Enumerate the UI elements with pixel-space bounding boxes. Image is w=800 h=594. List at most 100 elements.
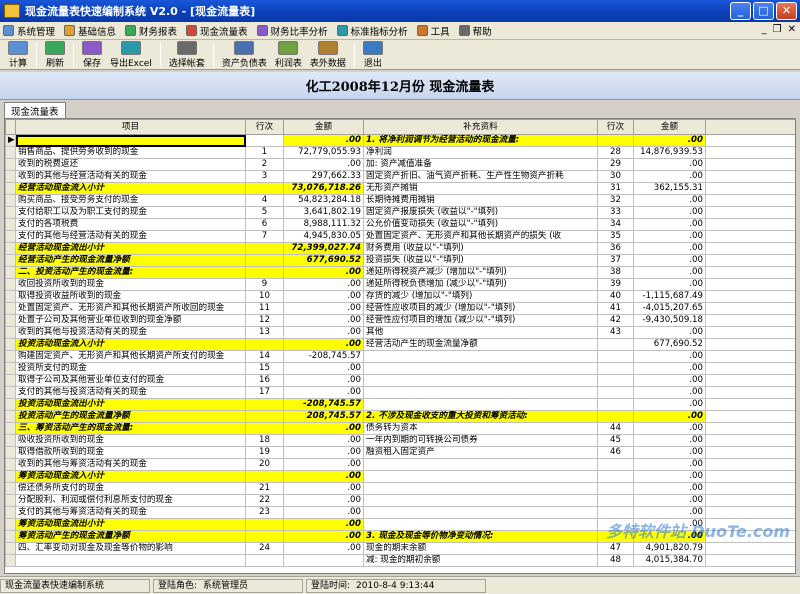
cell-supp-item[interactable] xyxy=(363,482,598,495)
cell-supp-line[interactable]: 34 xyxy=(597,218,634,231)
cell-supp-line[interactable]: 31 xyxy=(597,182,634,195)
cell-supp-item[interactable]: 无形资产摊销 xyxy=(363,182,598,195)
cell-item[interactable]: 收回投资所收到的现金 xyxy=(15,278,246,291)
col-header-supp-item[interactable]: 补充资料 xyxy=(363,119,598,135)
cell-line[interactable]: 14 xyxy=(245,350,284,363)
cell-item[interactable]: 收到的其他与经营活动有关的现金 xyxy=(15,170,246,183)
cell-item[interactable]: 投资活动现金流出小计 xyxy=(15,398,246,411)
cell-supp-line[interactable]: 46 xyxy=(597,446,634,459)
minimize-button[interactable]: _ xyxy=(730,2,751,20)
cell-amount[interactable]: .00 xyxy=(283,362,364,375)
cell-line[interactable] xyxy=(245,182,284,195)
cell-supp-item[interactable] xyxy=(363,398,598,411)
cell-item[interactable]: 经营活动现金流出小计 xyxy=(15,242,246,255)
cell-item[interactable]: 四、汇率变动对现金及现金等价物的影响 xyxy=(15,542,246,555)
cell-supp-line[interactable]: 38 xyxy=(597,266,634,279)
cell-item[interactable]: 收到的税费返还 xyxy=(15,158,246,171)
cell-supp-item[interactable]: 一年内到期的可转换公司债券 xyxy=(363,434,598,447)
cell-item[interactable]: 筹资活动现金流入小计 xyxy=(15,470,246,483)
cell-line[interactable]: 4 xyxy=(245,194,284,207)
cell-amount[interactable]: 73,076,718.26 xyxy=(283,182,364,195)
cell-amount[interactable]: 8,988,111.32 xyxy=(283,218,364,231)
cell-amount[interactable]: -208,745.57 xyxy=(283,350,364,363)
cell-supp-amount[interactable]: .00 xyxy=(633,506,706,519)
cell-amount[interactable]: -208,745.57 xyxy=(283,398,364,411)
menu-item-3[interactable]: 现金流量表 xyxy=(183,22,254,40)
cell-item[interactable]: 收到的其他与投资活动有关的现金 xyxy=(15,326,246,339)
cell-line[interactable] xyxy=(245,398,284,411)
cell-supp-amount[interactable]: 14,876,939.53 xyxy=(633,146,706,159)
toolbar-button-9[interactable]: 资产负债表 xyxy=(218,41,271,69)
cell-supp-item[interactable]: 融资租入固定资产 xyxy=(363,446,598,459)
cell-supp-line[interactable]: 40 xyxy=(597,290,634,303)
menu-item-2[interactable]: 财务报表 xyxy=(122,22,183,40)
cell-line[interactable] xyxy=(245,530,284,543)
cell-amount[interactable]: .00 xyxy=(283,134,364,147)
cell-supp-amount[interactable]: .00 xyxy=(633,194,706,207)
cell-supp-item[interactable] xyxy=(363,506,598,519)
cell-amount[interactable]: 677,690.52 xyxy=(283,254,364,267)
cell-supp-line[interactable] xyxy=(597,374,634,387)
cell-amount[interactable]: 297,662.33 xyxy=(283,170,364,183)
cell-item[interactable]: 筹资活动现金流出小计 xyxy=(15,518,246,531)
cell-amount[interactable]: 72,399,027.74 xyxy=(283,242,364,255)
cell-supp-item[interactable]: 处置固定资产、无形资产和其他长期资产的损失 (收 xyxy=(363,230,598,243)
cell-supp-amount[interactable]: -9,430,509.18 xyxy=(633,314,706,327)
cell-supp-line[interactable]: 37 xyxy=(597,254,634,267)
cell-line[interactable]: 12 xyxy=(245,314,284,327)
cell-item[interactable]: 支付给职工以及为职工支付的现金 xyxy=(15,206,246,219)
toolbar-button-5[interactable]: 导出Excel xyxy=(106,41,156,69)
cell-line[interactable] xyxy=(245,422,284,435)
cell-line[interactable] xyxy=(245,470,284,483)
cell-supp-amount[interactable]: 362,155.31 xyxy=(633,182,706,195)
cell-amount[interactable]: .00 xyxy=(283,530,364,543)
cell-line[interactable]: 17 xyxy=(245,386,284,399)
cell-supp-amount[interactable]: .00 xyxy=(633,242,706,255)
menu-item-6[interactable]: 工具 xyxy=(414,22,456,40)
cell-supp-amount[interactable]: 4,901,820.79 xyxy=(633,542,706,555)
cell-supp-amount[interactable]: .00 xyxy=(633,434,706,447)
cell-supp-line[interactable]: 42 xyxy=(597,314,634,327)
close-button[interactable]: ✕ xyxy=(776,2,797,20)
menu-item-1[interactable]: 基础信息 xyxy=(61,22,122,40)
cell-amount[interactable]: .00 xyxy=(283,446,364,459)
cell-item[interactable]: 处置固定资产、无形资产和其他长期资产所收回的现金 xyxy=(15,302,246,315)
cell-supp-amount[interactable]: .00 xyxy=(633,170,706,183)
cell-supp-amount[interactable]: .00 xyxy=(633,362,706,375)
cell-supp-amount[interactable]: .00 xyxy=(633,482,706,495)
cell-item[interactable]: 经营活动产生的现金流量净额 xyxy=(15,254,246,267)
cell-supp-amount[interactable]: .00 xyxy=(633,470,706,483)
cell-supp-line[interactable]: 35 xyxy=(597,230,634,243)
cell-line[interactable]: 16 xyxy=(245,374,284,387)
cell-amount[interactable]: .00 xyxy=(283,266,364,279)
cell-line[interactable]: 10 xyxy=(245,290,284,303)
menu-item-5[interactable]: 标准指标分析 xyxy=(334,22,414,40)
cell-line[interactable]: 1 xyxy=(245,146,284,159)
col-header-supp-amount[interactable]: 金额 xyxy=(633,119,706,135)
cell-supp-line[interactable] xyxy=(597,398,634,411)
menu-item-7[interactable]: 帮助 xyxy=(456,22,498,40)
cell-supp-amount[interactable]: .00 xyxy=(633,230,706,243)
cell-amount[interactable]: .00 xyxy=(283,338,364,351)
cell-amount[interactable]: 72,779,055.93 xyxy=(283,146,364,159)
cell-item[interactable]: 投资活动产生的现金流量净额 xyxy=(15,410,246,423)
cell-supp-item[interactable]: 加: 资产减值准备 xyxy=(363,158,598,171)
cell-supp-amount[interactable]: .00 xyxy=(633,218,706,231)
cell-supp-amount[interactable]: .00 xyxy=(633,446,706,459)
cell-supp-line[interactable] xyxy=(597,338,634,351)
cell-supp-amount[interactable]: 4,015,384.70 xyxy=(633,554,706,567)
cell-amount[interactable]: .00 xyxy=(283,386,364,399)
cell-line[interactable]: 9 xyxy=(245,278,284,291)
cell-amount[interactable]: 3,641,802.19 xyxy=(283,206,364,219)
cell-supp-item[interactable]: 3. 现金及现金等价物净变动情况: xyxy=(363,530,598,543)
mdi-minimize-button[interactable]: _ xyxy=(762,24,767,35)
cell-item[interactable]: 二、投资活动产生的现金流量: xyxy=(15,266,246,279)
cell-amount[interactable]: .00 xyxy=(283,542,364,555)
cell-item[interactable]: 投资所支付的现金 xyxy=(15,362,246,375)
cell-line[interactable] xyxy=(245,242,284,255)
cell-supp-line[interactable]: 36 xyxy=(597,242,634,255)
cell-line[interactable] xyxy=(245,554,284,567)
cell-line[interactable]: 24 xyxy=(245,542,284,555)
cell-amount[interactable]: .00 xyxy=(283,482,364,495)
cell-supp-amount[interactable]: .00 xyxy=(633,350,706,363)
